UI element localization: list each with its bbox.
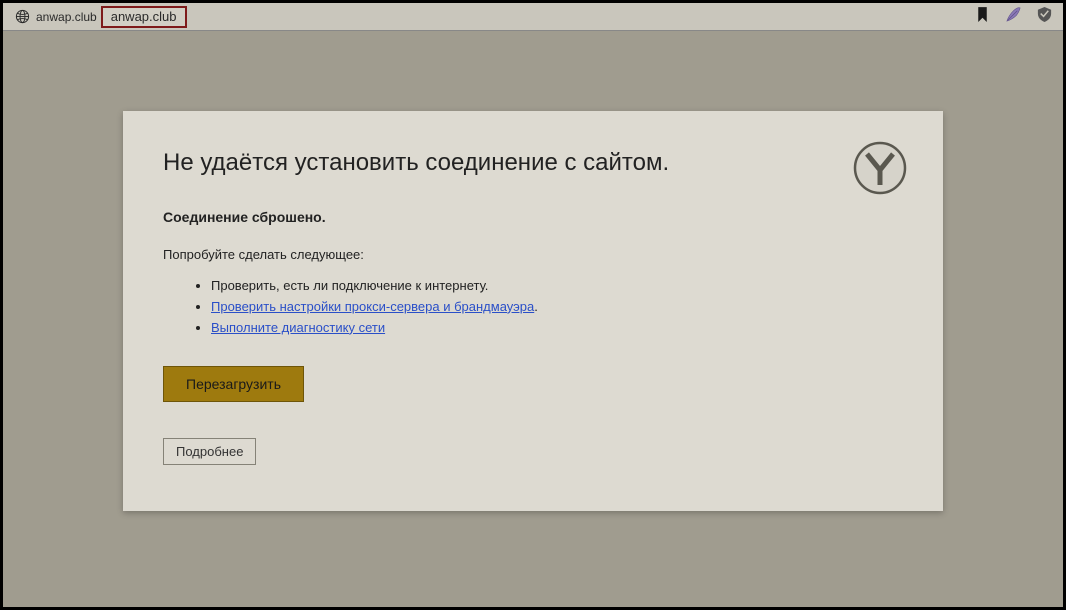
suggestion-text: Проверить, есть ли подключение к интерне… [211,278,488,293]
suggestions-list: Проверить, есть ли подключение к интерне… [211,276,903,338]
yandex-logo-icon [853,141,907,195]
error-subtitle: Соединение сброшено. [163,209,903,225]
details-button[interactable]: Подробнее [163,438,256,465]
reload-button[interactable]: Перезагрузить [163,366,304,402]
suggestion-item: Проверить, есть ли подключение к интерне… [211,276,903,297]
suggestion-item: Выполните диагностику сети [211,318,903,339]
browser-toolbar: anwap.club anwap.club [3,3,1063,31]
error-title: Не удаётся установить соединение с сайто… [163,149,903,177]
tab-region: anwap.club anwap.club [3,3,187,30]
globe-icon [15,9,30,24]
url-box-highlighted[interactable]: anwap.club [101,6,187,28]
suggestion-item: Проверить настройки прокси-сервера и бра… [211,297,903,318]
toolbar-right-icons [974,6,1053,28]
proxy-settings-link[interactable]: Проверить настройки прокси-сервера и бра… [211,299,534,314]
tab-label[interactable]: anwap.club [36,10,97,24]
feather-icon[interactable] [1005,6,1022,28]
error-prompt: Попробуйте сделать следующее: [163,247,903,262]
network-diagnostics-link[interactable]: Выполните диагностику сети [211,320,385,335]
window-frame: anwap.club anwap.club [0,0,1066,610]
shield-icon[interactable] [1036,6,1053,28]
bookmark-icon[interactable] [974,6,991,28]
error-card: Не удаётся установить соединение с сайто… [123,111,943,511]
url-text: anwap.club [111,9,177,24]
content-area: Не удаётся установить соединение с сайто… [3,31,1063,607]
